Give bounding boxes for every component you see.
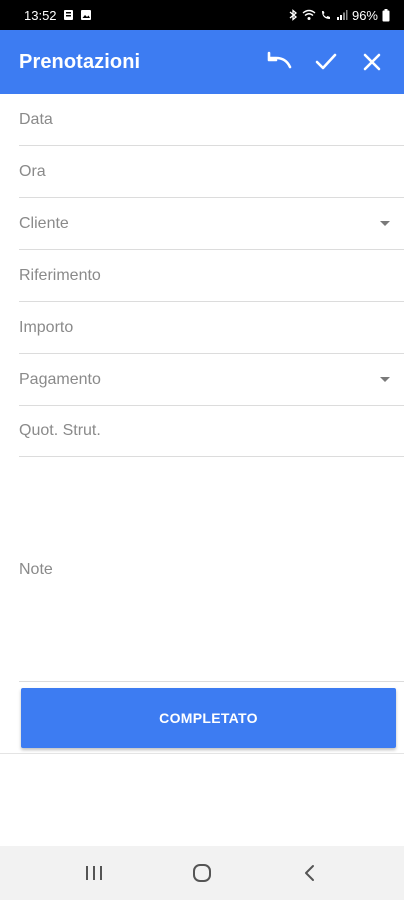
app-bar-actions xyxy=(260,42,392,82)
status-right: 96% xyxy=(288,8,390,23)
date-field-label: Data xyxy=(19,110,53,128)
undo-icon xyxy=(267,51,292,69)
structure-quota-field[interactable]: Quot. Strut. xyxy=(19,405,404,457)
amount-field[interactable]: Importo xyxy=(19,302,404,354)
undo-button[interactable] xyxy=(260,42,300,82)
date-field[interactable]: Data xyxy=(19,94,404,146)
bluetooth-icon xyxy=(288,9,298,21)
app-bar: Prenotazioni xyxy=(0,30,404,94)
gallery-icon xyxy=(80,9,92,21)
payment-dropdown[interactable]: Pagamento xyxy=(19,354,404,406)
payment-dropdown-label: Pagamento xyxy=(19,370,101,388)
battery-percent: 96% xyxy=(351,7,378,23)
chevron-down-icon xyxy=(380,221,390,226)
status-bar: 13:52 96% xyxy=(0,0,404,30)
note-field-label: Note xyxy=(19,561,53,578)
status-left: 13:52 xyxy=(24,8,92,23)
recent-apps-icon xyxy=(86,866,102,880)
time-field[interactable]: Ora xyxy=(19,146,404,198)
signal-icon xyxy=(336,9,348,21)
sim-card-icon xyxy=(63,9,74,21)
recent-apps-button[interactable] xyxy=(74,853,114,893)
wifi-icon xyxy=(302,9,316,21)
complete-button[interactable]: COMPLETATO xyxy=(21,688,396,748)
back-button[interactable] xyxy=(290,853,330,893)
amount-field-label: Importo xyxy=(19,318,74,336)
reference-field[interactable]: Riferimento xyxy=(19,250,404,302)
confirm-button[interactable] xyxy=(306,42,346,82)
time-field-label: Ora xyxy=(19,162,46,180)
home-button[interactable] xyxy=(182,853,222,893)
navigation-bar xyxy=(0,846,404,900)
back-icon xyxy=(305,865,314,881)
home-icon xyxy=(193,864,211,882)
wifi-call-icon xyxy=(320,9,332,21)
page-title: Prenotazioni xyxy=(19,50,141,73)
chevron-down-icon xyxy=(380,377,390,382)
divider xyxy=(0,753,404,754)
reference-field-label: Riferimento xyxy=(19,266,101,284)
status-time: 13:52 xyxy=(24,7,57,23)
close-button[interactable] xyxy=(352,42,392,82)
structure-quota-field-label: Quot. Strut. xyxy=(19,421,101,439)
check-icon xyxy=(315,53,337,70)
close-icon xyxy=(363,53,381,71)
client-dropdown[interactable]: Cliente xyxy=(19,198,404,250)
note-field[interactable]: Note xyxy=(19,457,404,682)
battery-icon xyxy=(382,8,390,22)
client-dropdown-label: Cliente xyxy=(19,214,69,232)
